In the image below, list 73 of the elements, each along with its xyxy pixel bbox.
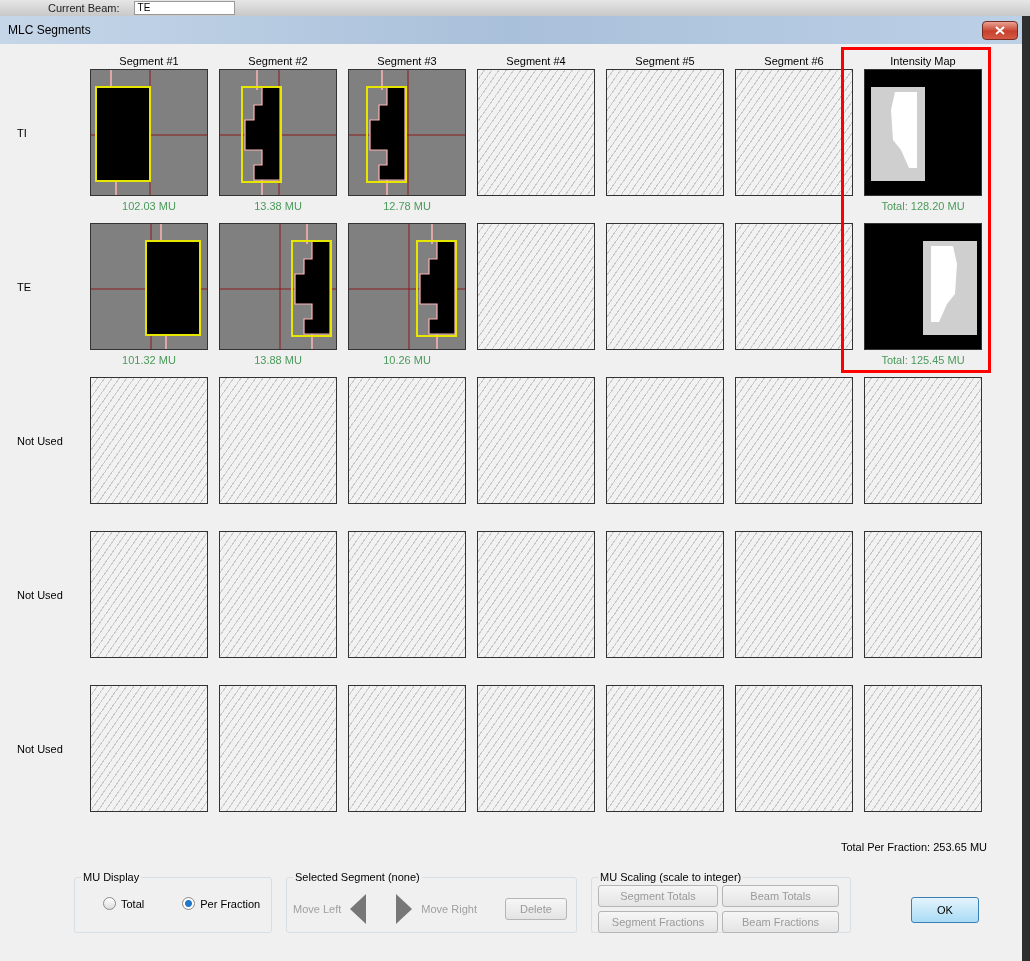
ok-button[interactable]: OK — [911, 897, 979, 923]
empty-segment-tile[interactable] — [606, 69, 724, 196]
empty-segment-tile[interactable] — [219, 377, 337, 504]
intensity-map-tile[interactable] — [864, 223, 982, 350]
empty-segment-tile[interactable] — [864, 377, 982, 504]
row-label: Not Used — [16, 433, 64, 449]
radio-label[interactable]: Total — [121, 897, 145, 910]
empty-segment-tile[interactable] — [864, 685, 982, 812]
empty-segment-tile[interactable] — [90, 685, 208, 812]
empty-segment-tile[interactable] — [735, 223, 853, 350]
column-header: Segment #4 — [505, 54, 567, 69]
mu-value: 10.26 MU — [383, 354, 431, 366]
empty-segment-tile[interactable] — [90, 377, 208, 504]
move-left-label: Move Left — [293, 903, 342, 915]
close-icon — [995, 25, 1005, 35]
mu-value: Total: 128.20 MU — [881, 200, 965, 212]
mu-value: 13.88 MU — [254, 354, 302, 366]
segment-tile[interactable] — [348, 223, 466, 350]
group-title: MU Scaling (scale to integer) — [599, 871, 743, 883]
segment-tile[interactable] — [348, 69, 466, 196]
right-triangle-icon[interactable] — [395, 893, 414, 925]
empty-segment-tile[interactable] — [735, 69, 853, 196]
intensity-map-tile[interactable] — [864, 69, 982, 196]
mu-value: 102.03 MU — [122, 200, 176, 212]
row-label: Not Used — [16, 587, 64, 603]
column-header: Segment #1 — [118, 54, 180, 69]
empty-segment-tile[interactable] — [606, 531, 724, 658]
column-header: Segment #3 — [376, 54, 438, 69]
empty-segment-tile[interactable] — [735, 685, 853, 812]
row-label: TE — [16, 279, 33, 295]
column-header: Segment #5 — [634, 54, 696, 69]
empty-segment-tile[interactable] — [477, 223, 595, 350]
current-beam-label: Current Beam: — [48, 2, 120, 14]
close-button[interactable] — [982, 20, 1018, 40]
total-per-fraction: Total Per Fraction: 253.65 MU — [840, 841, 987, 853]
column-header: Intensity Map — [889, 54, 957, 69]
mu-value: 12.78 MU — [383, 200, 431, 212]
segment-tile[interactable] — [219, 223, 337, 350]
segment-tile[interactable] — [90, 223, 208, 350]
empty-segment-tile[interactable] — [348, 377, 466, 504]
row-label: TI — [16, 125, 28, 141]
empty-segment-tile[interactable] — [735, 531, 853, 658]
row-label: Not Used — [16, 741, 64, 757]
group-title: MU Display — [82, 871, 141, 883]
move-right-label: Move Right — [421, 903, 477, 915]
segment-tile[interactable] — [219, 69, 337, 196]
empty-segment-tile[interactable] — [606, 223, 724, 350]
mu-value: 13.38 MU — [254, 200, 302, 212]
radio-button[interactable] — [103, 897, 116, 910]
segment-tile[interactable] — [90, 69, 208, 196]
radio-button[interactable] — [182, 897, 196, 910]
radio-label[interactable]: Per Fraction — [200, 897, 261, 910]
empty-segment-tile[interactable] — [348, 685, 466, 812]
empty-segment-tile[interactable] — [864, 531, 982, 658]
mu-value: 101.32 MU — [122, 354, 176, 366]
empty-segment-tile[interactable] — [606, 377, 724, 504]
empty-segment-tile[interactable] — [219, 685, 337, 812]
column-header: Segment #6 — [763, 54, 825, 69]
empty-segment-tile[interactable] — [606, 685, 724, 812]
column-header: Segment #2 — [247, 54, 309, 69]
empty-segment-tile[interactable] — [477, 531, 595, 658]
current-beam-combo[interactable]: TE — [133, 1, 235, 15]
empty-segment-tile[interactable] — [477, 377, 595, 504]
empty-segment-tile[interactable] — [90, 531, 208, 658]
empty-segment-tile[interactable] — [219, 531, 337, 658]
empty-segment-tile[interactable] — [477, 69, 595, 196]
empty-segment-tile[interactable] — [348, 531, 466, 658]
left-triangle-icon[interactable] — [349, 893, 368, 925]
group-title: Selected Segment (none) — [294, 871, 421, 883]
window-title: MLC Segments — [8, 23, 91, 37]
mu-value: Total: 125.45 MU — [881, 354, 965, 366]
empty-segment-tile[interactable] — [735, 377, 853, 504]
empty-segment-tile[interactable] — [477, 685, 595, 812]
